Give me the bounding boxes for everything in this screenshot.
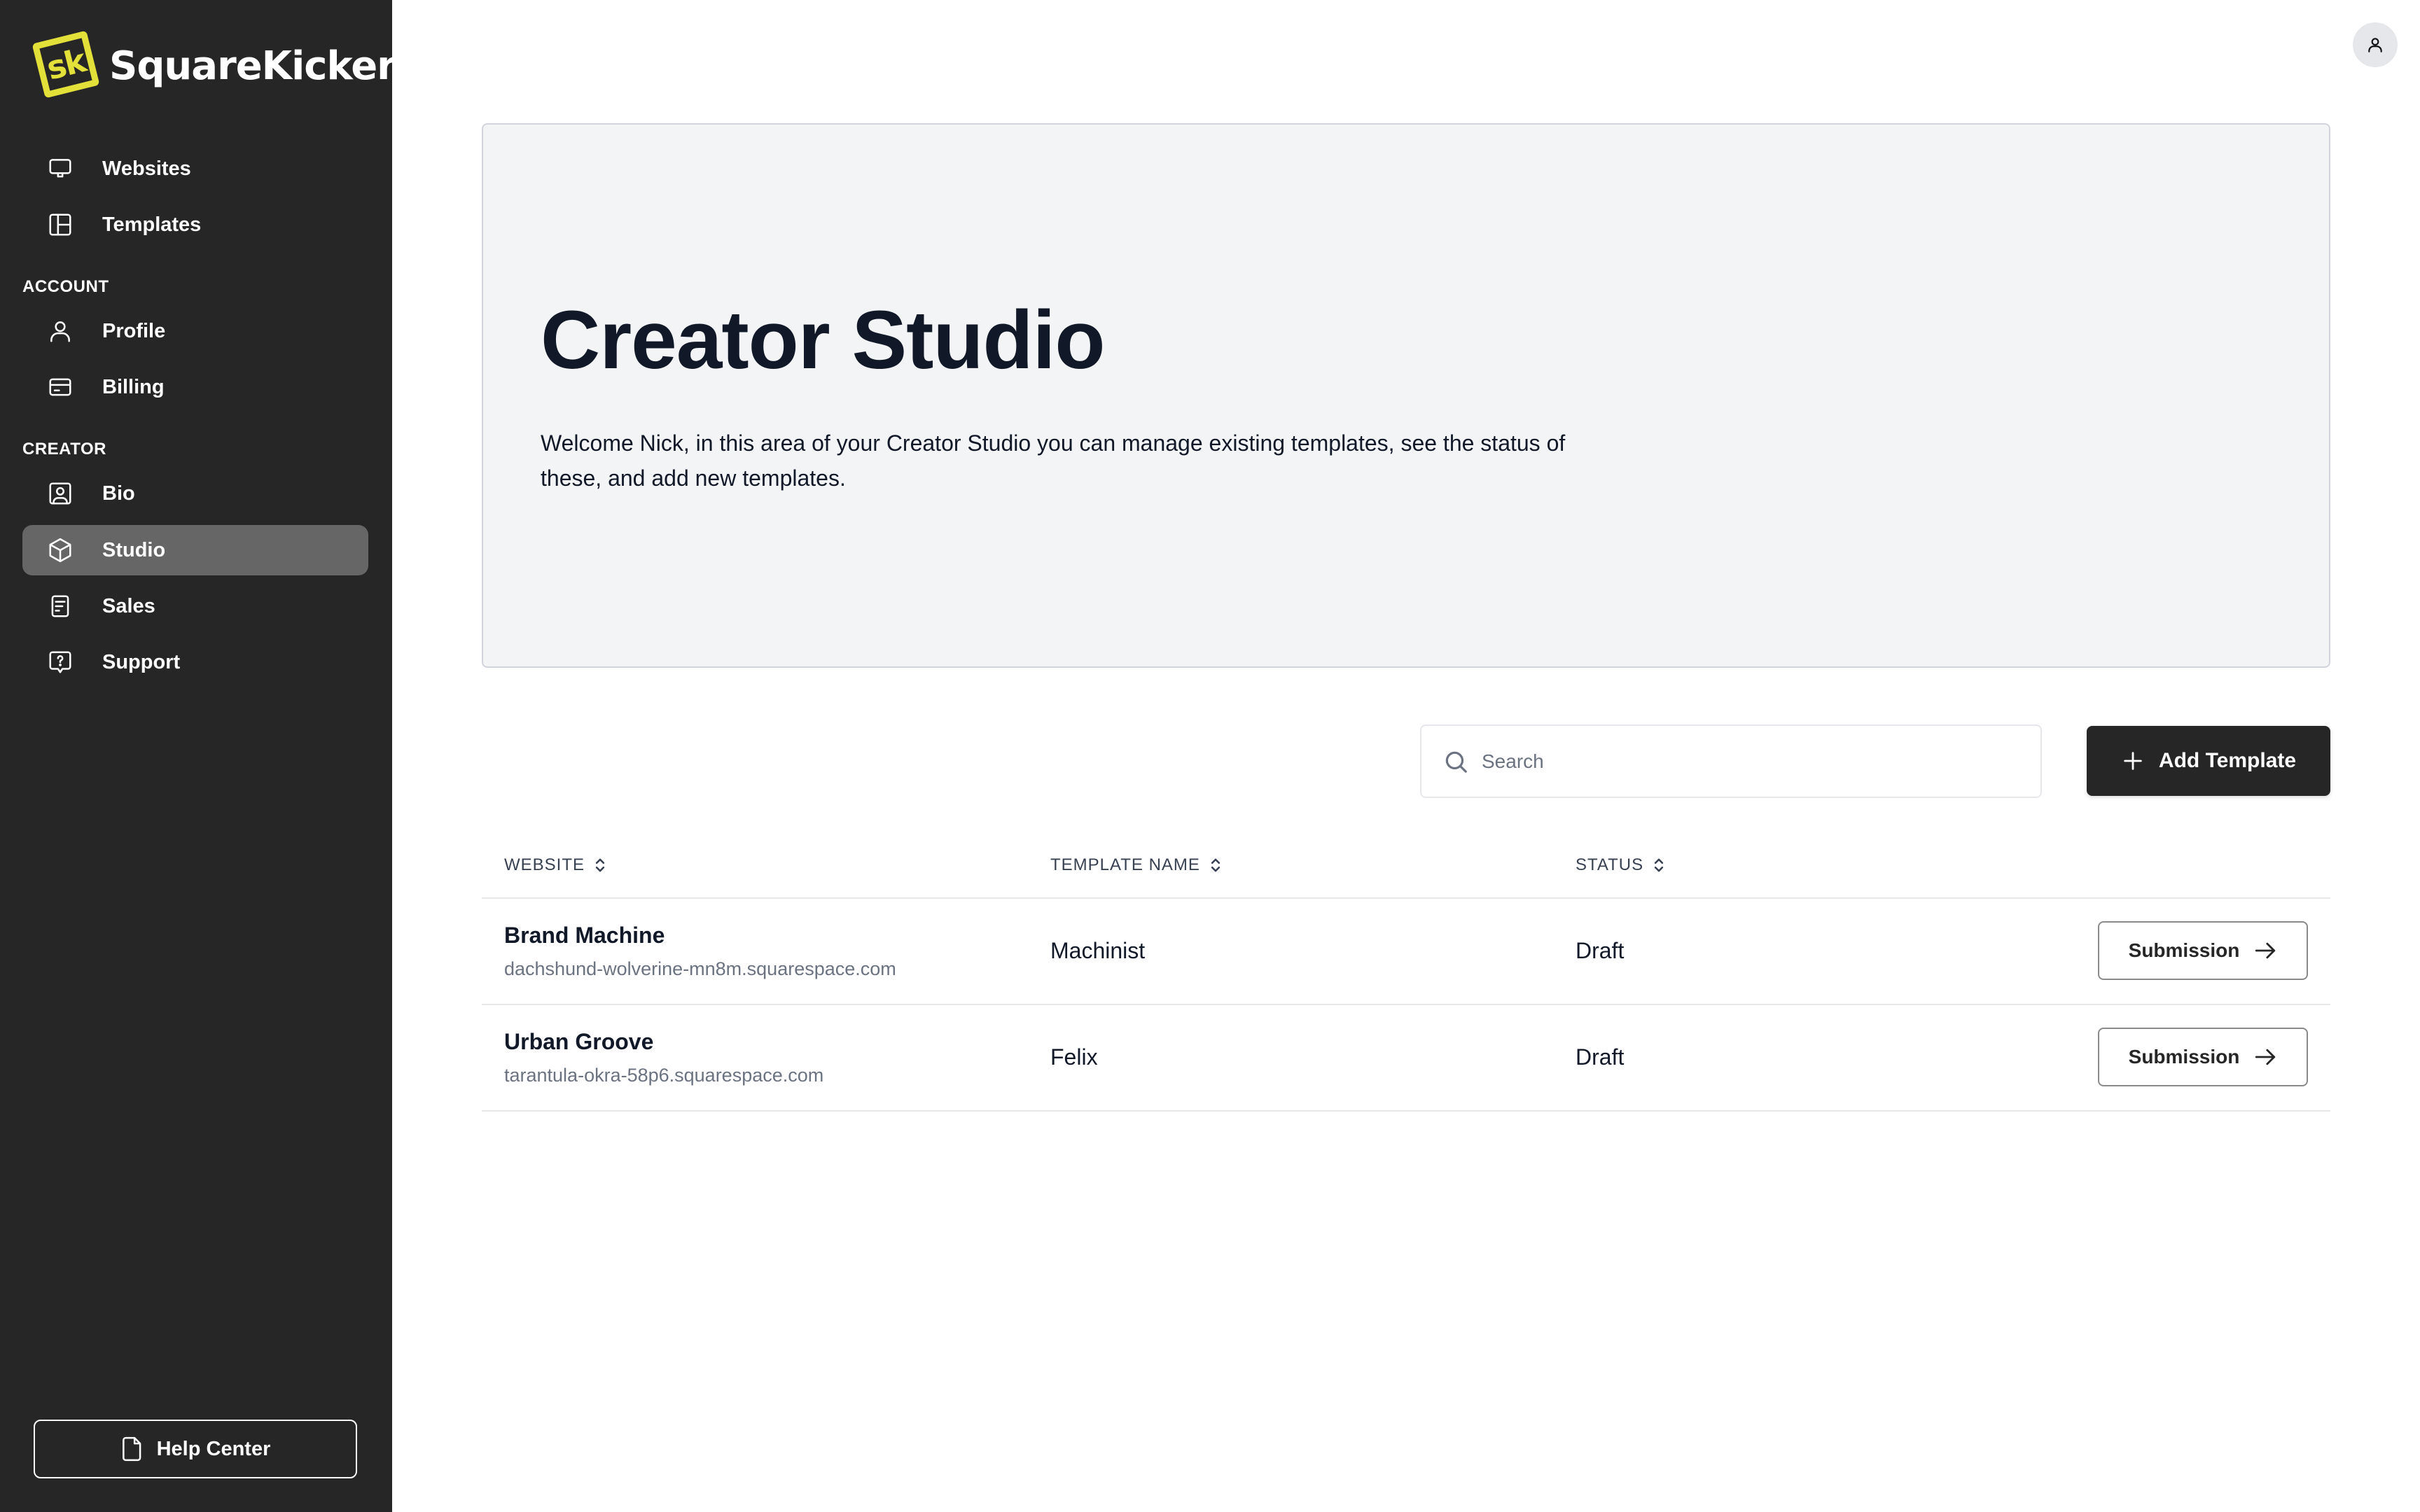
website-cell: Brand Machine dachshund-wolverine-mn8m.s… [504,923,896,980]
sidebar-item-label: Support [102,650,181,673]
section-label-creator: CREATOR [22,440,106,458]
file-icon [122,1436,141,1462]
user-icon [2368,38,2382,52]
status-text: Draft [1576,1044,1625,1070]
submission-button[interactable]: Submission [2098,921,2308,980]
user-avatar-button[interactable] [2353,22,2398,67]
sidebar-item-label: Profile [102,319,166,342]
brand-logo[interactable]: sk SquareKicker [32,30,396,99]
hero-description: Welcome Nick, in this area of your Creat… [541,430,1566,491]
template-name: Machinist [1050,938,1146,963]
website-name: Brand Machine [504,923,665,948]
column-header-label: TEMPLATE NAME [1050,855,1200,874]
help-center-button[interactable]: Help Center [34,1420,357,1478]
page-title: Creator Studio [541,294,1105,386]
search-input[interactable] [1482,750,2014,773]
website-url: tarantula-okra-58p6.squarespace.com [504,1065,824,1086]
plus-icon [2124,752,2142,770]
column-header-status[interactable]: STATUS [1576,855,1666,875]
sidebar-item-bio[interactable]: Bio [22,468,368,519]
table-header: WEBSITE TEMPLATE NAME STATUS [482,833,2330,899]
sidebar-item-label: Templates [102,213,202,236]
column-header-label: WEBSITE [504,855,585,874]
status-text: Draft [1576,938,1625,963]
sidebar-item-label: Studio [102,538,166,561]
template-name: Felix [1050,1044,1098,1070]
arrow-right-icon [2255,1049,2276,1065]
layout-icon [46,211,74,239]
credit-card-icon [46,373,74,401]
sidebar-item-support[interactable]: Support [22,637,368,687]
table-row: Urban Groove tarantula-okra-58p6.squares… [482,1005,2330,1112]
logo-mark-icon: sk [32,30,100,99]
sidebar-item-studio[interactable]: Studio [22,525,368,575]
sort-icon [1654,858,1664,872]
sort-icon [1211,858,1221,872]
help-message-icon [46,648,74,676]
help-center-label: Help Center [156,1437,271,1460]
table-row: Brand Machine dachshund-wolverine-mn8m.s… [482,899,2330,1005]
sidebar: sk SquareKicker Websites Templates ACCOU… [0,0,396,1512]
sidebar-item-label: Bio [102,482,135,505]
receipt-icon [46,592,74,620]
website-cell: Urban Groove tarantula-okra-58p6.squares… [504,1029,823,1086]
website-name: Urban Groove [504,1029,654,1054]
user-icon [46,317,74,345]
sidebar-item-sales[interactable]: Sales [22,581,368,631]
search-field[interactable] [1420,724,2042,798]
brand-name: SquareKicker [109,43,396,89]
sidebar-item-label: Billing [102,375,165,398]
sort-icon [595,858,605,872]
add-template-label: Add Template [2158,749,2297,772]
monitor-icon [46,155,74,183]
hero-card: Creator Studio Welcome Nick, in this are… [482,123,2330,668]
submission-label: Submission [2128,939,2240,961]
templates-table: WEBSITE TEMPLATE NAME STATUS Brand Machi… [482,833,2330,1112]
user-square-icon [46,479,74,507]
sidebar-item-label: Websites [102,157,191,180]
sidebar-item-billing[interactable]: Billing [22,362,368,412]
section-label-account: ACCOUNT [22,277,109,296]
cube-icon [46,536,74,564]
sidebar-item-templates[interactable]: Templates [22,200,368,250]
column-header-template-name[interactable]: TEMPLATE NAME [1050,855,1223,875]
submission-button[interactable]: Submission [2098,1028,2308,1086]
sidebar-item-websites[interactable]: Websites [22,144,368,194]
submission-label: Submission [2128,1046,2240,1068]
arrow-right-icon [2255,942,2276,959]
add-template-button[interactable]: Add Template [2087,726,2330,796]
sidebar-item-label: Sales [102,594,155,617]
sidebar-item-profile[interactable]: Profile [22,306,368,356]
search-icon [1445,751,1467,773]
column-header-label: STATUS [1576,855,1644,874]
column-header-website[interactable]: WEBSITE [504,855,607,875]
website-url: dachshund-wolverine-mn8m.squarespace.com [504,958,896,979]
